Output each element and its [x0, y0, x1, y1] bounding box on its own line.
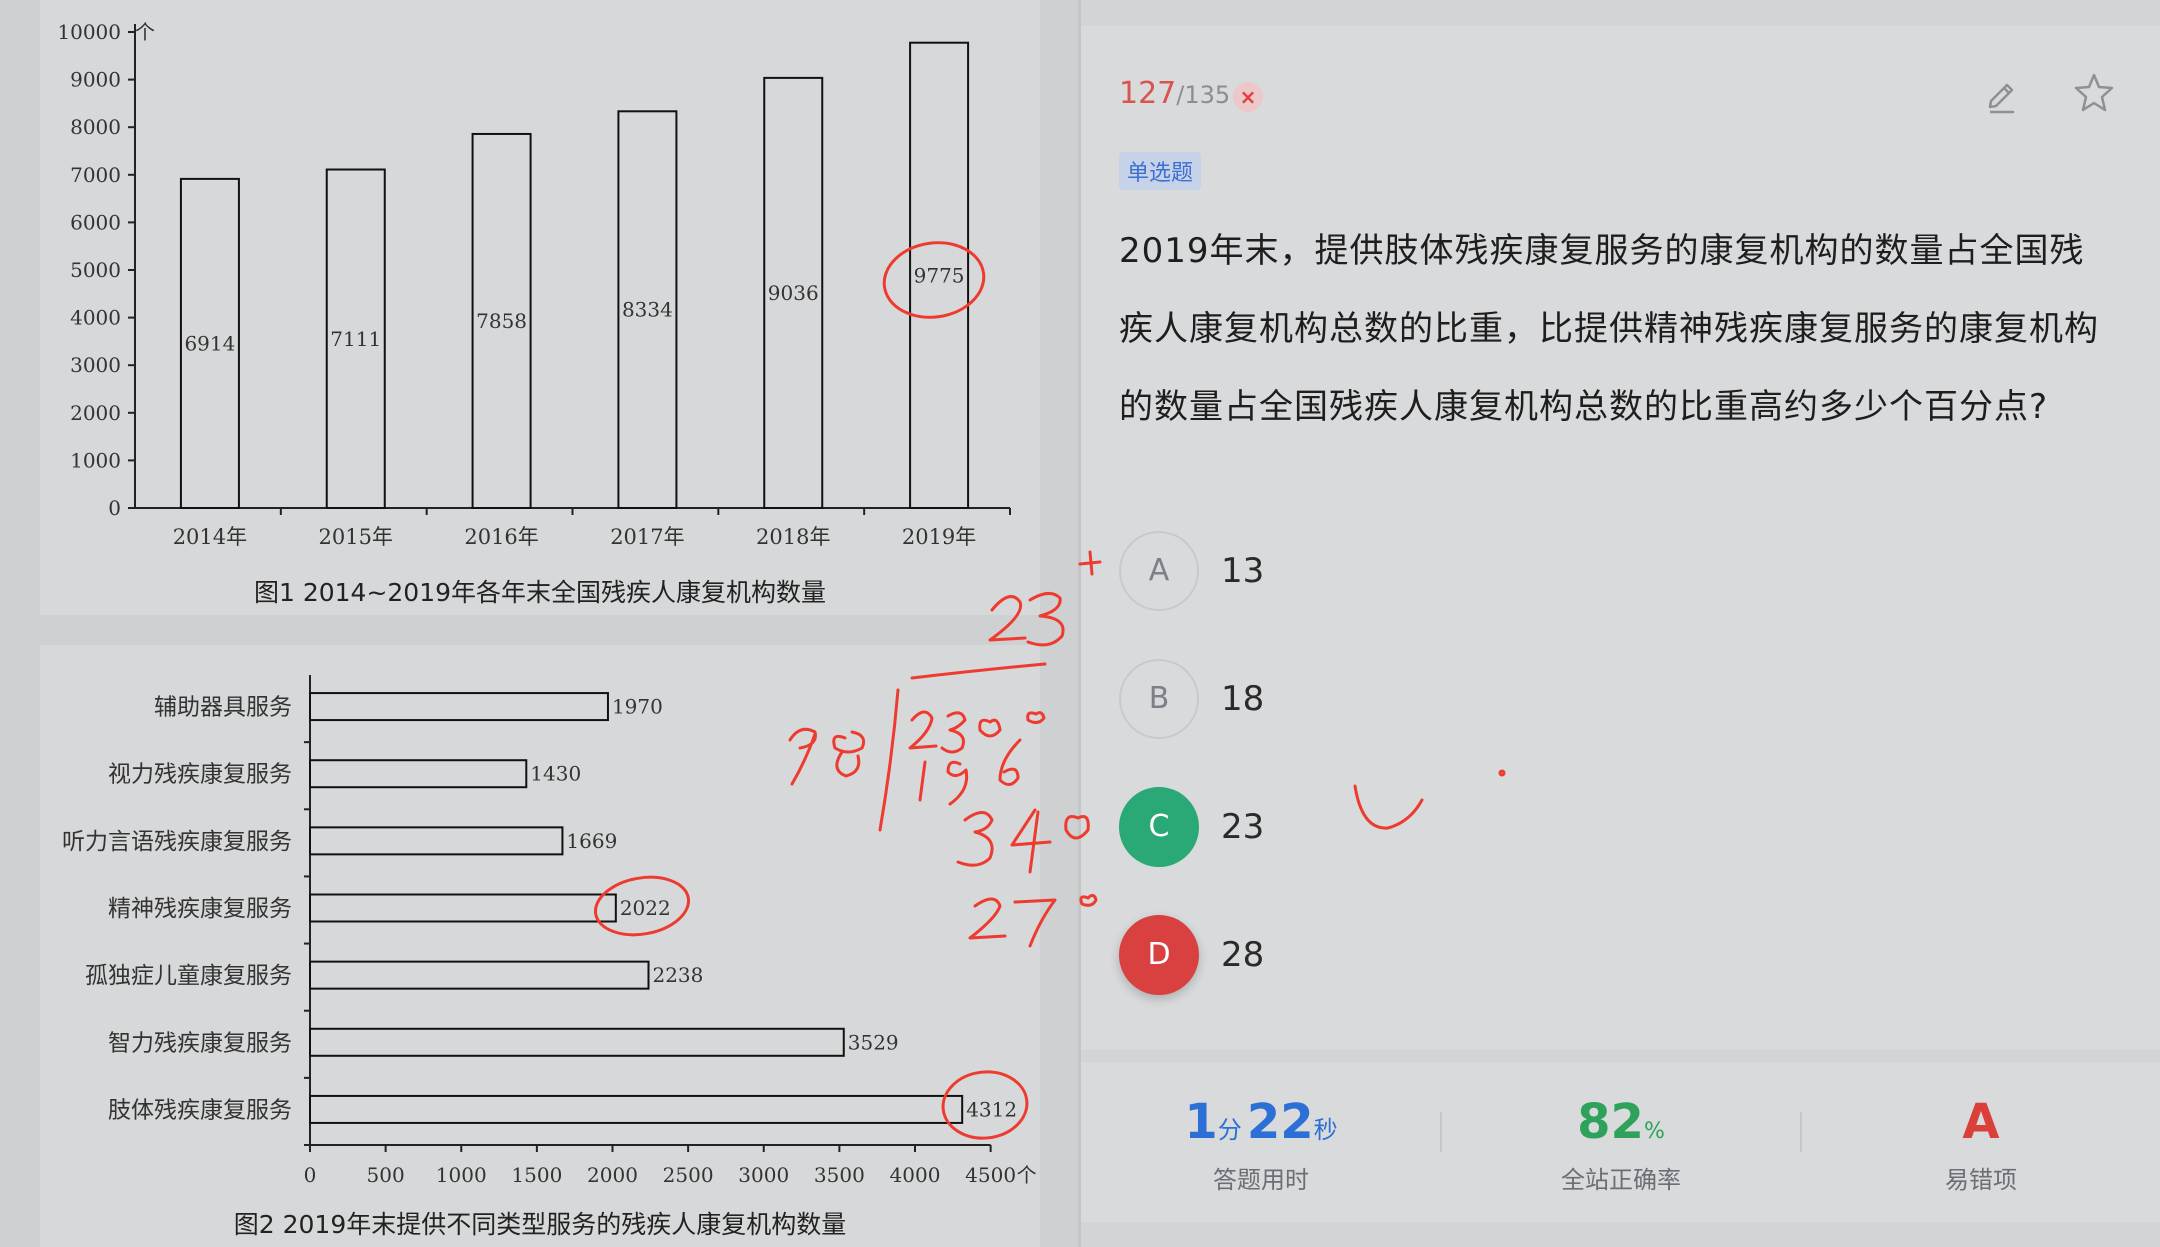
- accuracy-value: 82: [1577, 1094, 1644, 1150]
- star-icon[interactable]: [2071, 70, 2117, 116]
- bar: [309, 960, 650, 990]
- bar-value-label: 1669: [566, 829, 617, 853]
- y-tick-label: 2000: [70, 401, 121, 425]
- x-tick-label: 2014年: [173, 525, 247, 549]
- chart1-panel: 0 1000 2000 3000 4000 5000 6000 7000 8000 9000 100…: [40, 0, 1040, 615]
- option-a-text[interactable]: 13: [1221, 531, 1264, 611]
- stats-card: 1分 22秒 答题用时 82% 全站正确率 A 易错项: [1081, 1062, 2160, 1222]
- wrong-mark-icon: ×: [1233, 82, 1263, 112]
- y-tick-label: 视力残疾康复服务: [108, 762, 292, 788]
- option-d[interactable]: D 28: [1119, 915, 1619, 999]
- y-tick-label: 7000: [70, 163, 121, 187]
- option-c-text[interactable]: 23: [1221, 787, 1264, 867]
- bar-value-label: 2238: [652, 963, 703, 987]
- question-text: 2019年末，提供肢体残疾康复服务的康复机构的数量占全国残疾人康复机构总数的比重…: [1119, 231, 2099, 427]
- bar-value-label: 9775: [914, 263, 965, 287]
- time-minutes: 1: [1184, 1094, 1218, 1150]
- y-tick-label: 听力言语残疾康复服务: [62, 829, 292, 855]
- bar-value-label: 1970: [612, 695, 663, 719]
- accuracy-unit: %: [1643, 1119, 1665, 1144]
- x-tick-label: 3000: [738, 1163, 789, 1187]
- option-d-letter[interactable]: D: [1119, 915, 1199, 995]
- x-tick-label: 4000: [890, 1163, 941, 1187]
- bar: [309, 1027, 845, 1057]
- bar-value-label: 7858: [476, 309, 527, 333]
- y-tick-label: 1000: [70, 448, 121, 472]
- y-tick-label: 肢体残疾康复服务: [108, 1097, 292, 1123]
- pencil-icon[interactable]: [1978, 70, 2024, 116]
- x-tick-label: 2017年: [610, 525, 684, 549]
- x-tick-label: 3500: [814, 1163, 865, 1187]
- y-tick-label: 精神残疾康复服务: [108, 896, 292, 922]
- bar-value-label: 1430: [530, 762, 581, 786]
- time-min-unit: 分: [1217, 1116, 1242, 1144]
- option-b-letter[interactable]: B: [1119, 659, 1199, 739]
- question-pane: 127/135 × 单选题 2019年末，提供肢体残疾康复服务的康复机构的数量占…: [1081, 0, 2160, 1247]
- y-tick-label: 8000: [70, 115, 121, 139]
- option-b-text[interactable]: 18: [1221, 659, 1264, 739]
- option-b[interactable]: B 18: [1119, 659, 1619, 743]
- bar-value-label: 7111: [330, 327, 381, 351]
- bar-value-label: 3529: [848, 1030, 899, 1054]
- bar: [309, 692, 609, 722]
- y-tick-label: 4000: [70, 306, 121, 330]
- accuracy-label: 全站正确率: [1561, 1166, 1681, 1194]
- common-wrong-value: A: [1962, 1094, 2000, 1150]
- chart1-title: 图1 2014~2019年各年末全国残疾人康复机构数量: [253, 578, 827, 607]
- x-tick-label: 0: [304, 1163, 317, 1187]
- question-counter: 127/135: [1119, 76, 1230, 111]
- x-unit-label: 个: [1017, 1163, 1037, 1187]
- time-label: 答题用时: [1213, 1166, 1309, 1194]
- time-seconds: 22: [1246, 1094, 1314, 1150]
- option-a-letter[interactable]: A: [1119, 531, 1199, 611]
- bar-value-label: 8334: [622, 298, 673, 322]
- question-total: /135: [1176, 81, 1231, 109]
- chart2-title: 图2 2019年末提供不同类型服务的残疾人康复机构数量: [233, 1210, 847, 1239]
- option-d-text[interactable]: 28: [1221, 915, 1264, 995]
- bar: [309, 759, 528, 789]
- charts-pane: 0 1000 2000 3000 4000 5000 6000 7000 8000 9000 100…: [0, 0, 1078, 1247]
- y-tick-label: 辅助器具服务: [154, 695, 292, 721]
- x-tick-label: 4500: [965, 1163, 1016, 1187]
- option-c-letter[interactable]: C: [1119, 787, 1199, 867]
- chart1-svg: 0 1000 2000 3000 4000 5000 6000 7000 8000 9000 100…: [57, 20, 1011, 549]
- x-tick-label: 2000: [587, 1163, 638, 1187]
- y-unit-label: 个: [135, 20, 155, 44]
- chart2-panel: 0 500 1000 1500 2000 2500 3000 3500 4000 4500 个 197…: [40, 645, 1040, 1247]
- x-tick-label: 2500: [663, 1163, 714, 1187]
- bar-value-label: 6914: [184, 331, 235, 355]
- bar-value-label: 2022: [620, 896, 671, 920]
- x-tick-label: 2019年: [902, 525, 976, 549]
- x-tick-label: 500: [367, 1163, 405, 1187]
- y-tick-label: 9000: [70, 68, 121, 92]
- x-tick-label: 1500: [511, 1163, 562, 1187]
- time-sec-unit: 秒: [1313, 1116, 1338, 1144]
- stat-time: 1分 22秒 答题用时: [1081, 1090, 1441, 1195]
- y-tick-label: 0: [108, 496, 121, 520]
- y-tick-label: 3000: [70, 353, 121, 377]
- y-tick-label: 10000: [57, 20, 121, 44]
- question-type-badge: 单选题: [1119, 152, 1202, 190]
- option-a[interactable]: A 13: [1119, 531, 1619, 615]
- chart2-svg: 0 500 1000 1500 2000 2500 3000 3500 4000 4500 个 197…: [62, 675, 1037, 1187]
- y-tick-label: 孤独症儿童康复服务: [85, 963, 292, 989]
- common-wrong-label: 易错项: [1945, 1166, 2017, 1194]
- bar: [309, 1094, 964, 1124]
- question-current: 127: [1119, 76, 1177, 111]
- bar-value-label: 9036: [768, 281, 819, 305]
- bar: [309, 826, 564, 856]
- x-tick-label: 2015年: [319, 525, 393, 549]
- x-tick-label: 1000: [436, 1163, 487, 1187]
- stat-common-wrong: A 易错项: [1801, 1090, 2160, 1195]
- x-tick-label: 2016年: [464, 525, 538, 549]
- y-tick-label: 5000: [70, 258, 121, 282]
- bar: [309, 893, 617, 923]
- question-card: 127/135 × 单选题 2019年末，提供肢体残疾康复服务的康复机构的数量占…: [1081, 26, 2160, 1050]
- y-tick-label: 智力残疾康复服务: [108, 1030, 292, 1056]
- y-tick-label: 6000: [70, 210, 121, 234]
- stat-accuracy: 82% 全站正确率: [1441, 1090, 1801, 1195]
- bar-value-label: 4312: [966, 1097, 1017, 1121]
- x-tick-label: 2018年: [756, 525, 830, 549]
- option-c[interactable]: C 23: [1119, 787, 1619, 871]
